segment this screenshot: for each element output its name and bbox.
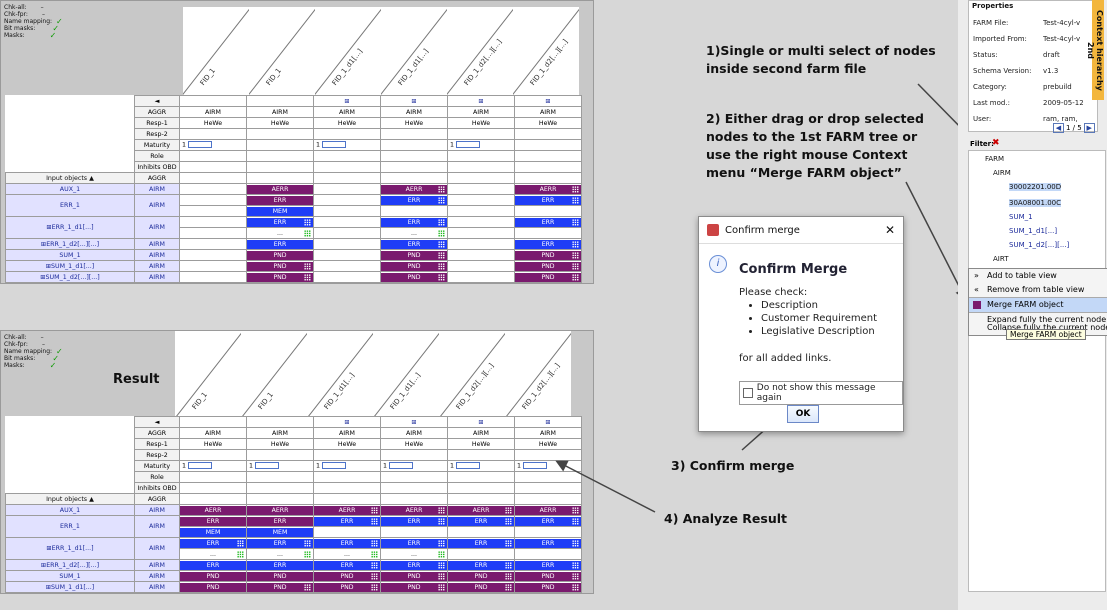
annotation-arrows (555, 83, 1023, 513)
ok-button[interactable]: OK (787, 405, 819, 423)
tree-node[interactable]: SUM_1 (1009, 213, 1033, 221)
tree-node[interactable]: SUM_1_d2[...][...] (1009, 241, 1069, 249)
dont-show-checkbox-row[interactable]: Do not show this message again (739, 381, 903, 405)
tree-node-airm[interactable]: AIRM (993, 169, 1011, 177)
context-menu: » Add to table view «Remove from table vi… (968, 268, 1107, 336)
farm-tree: FARM AIRM 30002201.00D 30A08001.00C SUM_… (968, 150, 1106, 592)
checkbox[interactable] (743, 388, 753, 398)
java-cup-icon (707, 224, 719, 236)
dialog-titlebar: Confirm merge ✕ (699, 217, 903, 244)
chevron-right-icon: » (974, 271, 979, 280)
side-tab[interactable]: Context hierarchy 2nd (1086, 0, 1104, 100)
tooltip: Merge FARM object (1006, 329, 1086, 340)
tree-node-airt[interactable]: AIRT (993, 255, 1008, 263)
tree-node[interactable]: SUM_1_d1[...] (1009, 227, 1057, 235)
pager: ◀ 1 / 5 ▶ (1053, 123, 1095, 133)
check-list: Description Customer Requirement Legisla… (747, 299, 877, 338)
info-icon: i (709, 255, 727, 273)
tree-node-farm[interactable]: FARM (985, 155, 1004, 163)
confirm-merge-dialog: Confirm merge ✕ i Confirm Merge Please c… (698, 216, 904, 432)
menu-item-remove-from-table-view[interactable]: «Remove from table view (969, 283, 1107, 297)
properties-box: Properties FARM File: Imported From: Sta… (968, 0, 1098, 133)
prev-page-button[interactable]: ◀ (1053, 123, 1064, 133)
tree-node[interactable]: 30002201.00D (1009, 183, 1062, 191)
next-page-button[interactable]: ▶ (1083, 123, 1095, 133)
chevron-left-icon: « (974, 285, 979, 294)
close-icon[interactable]: ✕ (885, 223, 895, 237)
merge-icon (973, 301, 981, 309)
menu-item-merge-farm-object[interactable]: Merge FARM object (969, 297, 1107, 313)
filter-icon[interactable]: ✖ (992, 138, 1000, 148)
menu-item-add-to-table-view[interactable]: » Add to table view (969, 269, 1107, 283)
tree-node[interactable]: 30A08001.00C (1009, 199, 1061, 207)
